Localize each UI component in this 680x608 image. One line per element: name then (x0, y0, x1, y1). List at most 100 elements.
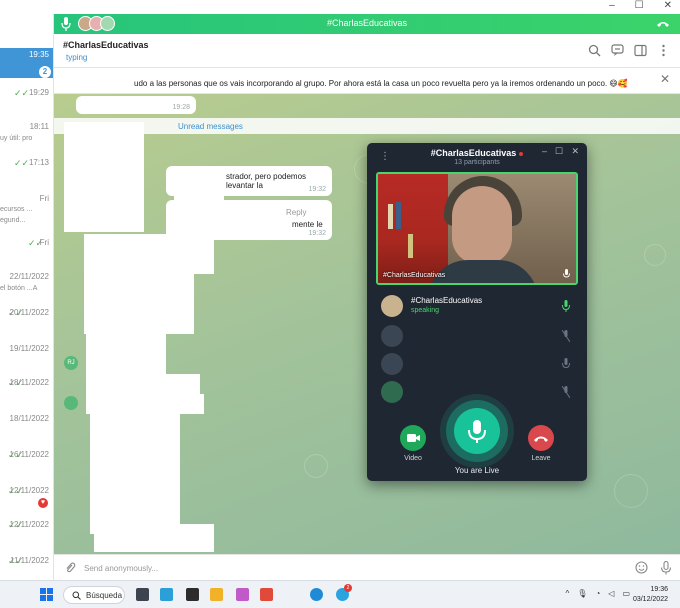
edge-browser-icon[interactable] (310, 588, 323, 601)
app-icon[interactable] (236, 588, 249, 601)
pinned-message-text: udo a las personas que os vais incorpora… (134, 79, 628, 88)
emoji-icon[interactable] (635, 561, 648, 574)
live-status: You are Live (454, 466, 500, 475)
attach-icon[interactable] (64, 562, 76, 574)
chat-time: 19/11/2022 (9, 344, 49, 353)
chat-list-item-active[interactable]: 19:35 2 (0, 48, 53, 78)
video-tile[interactable]: #CharlasEducativas (376, 172, 578, 285)
desktop: { "window": { "controls": ["–", "☐", "✕"… (0, 0, 680, 608)
participant-row[interactable] (376, 351, 578, 377)
rendering-artifact (64, 122, 144, 232)
chat-list: 19:35 2 ✓✓ 19:29 18:11 uy útil: pro ✓✓ 1… (0, 14, 54, 580)
clock-date: 03/12/2022 (632, 596, 668, 603)
battery-icon[interactable]: ▭ (622, 589, 630, 598)
volume-icon[interactable]: ◁ (608, 589, 614, 598)
chat-time: 19:29 (28, 88, 49, 97)
app-icon[interactable] (186, 588, 199, 601)
close-icon[interactable]: ✕ (571, 146, 579, 157)
video-background (388, 204, 393, 229)
photos-app-icon[interactable] (160, 588, 173, 601)
chat-list-item[interactable]: ✓✓ 11/11/2022 (0, 554, 53, 570)
chat-time: 19:35 (28, 50, 49, 59)
rendering-artifact (84, 234, 214, 274)
chat-list-item[interactable]: ✓✓ 20/11/2022 (0, 306, 53, 322)
video-background (396, 202, 401, 229)
file-explorer-icon[interactable] (210, 588, 223, 601)
chat-list-item[interactable]: ✓✓ 19:29 (0, 86, 53, 102)
message-input[interactable]: Send anonymously... (84, 564, 158, 573)
background-pattern (644, 244, 666, 266)
search-icon[interactable] (588, 44, 601, 57)
rendering-artifact (90, 414, 180, 534)
participant-status: speaking (411, 307, 440, 314)
leave-button[interactable] (528, 425, 554, 451)
hang-up-icon[interactable] (656, 19, 670, 29)
pinned-message-bar[interactable]: udo a las personas que os vais incorpora… (54, 68, 680, 94)
microphone-icon (468, 420, 486, 443)
participant-row[interactable] (376, 323, 578, 349)
sidebar-toggle-icon[interactable] (634, 44, 647, 57)
hang-up-icon (534, 436, 548, 442)
chat-preview: ecursos ... (0, 206, 33, 213)
message-input-bar: Send anonymously... (54, 554, 680, 580)
active-call-bar[interactable]: #CharlasEducativas (54, 14, 680, 34)
chat-header[interactable]: #CharlasEducativas typing (54, 34, 680, 68)
microphone-muted-icon (562, 386, 570, 398)
windows-start-icon[interactable] (40, 588, 53, 601)
app-icon[interactable] (260, 588, 273, 601)
avatar (381, 295, 403, 317)
taskbar-search-label: Búsqueda (86, 591, 123, 600)
avatar (381, 381, 403, 403)
chat-list-item[interactable]: 18/11/2022 (0, 412, 53, 428)
message-time: 19:32 (308, 230, 326, 237)
chat-list-item[interactable]: ✓✓ 16/11/2022 (0, 448, 53, 464)
chat-time: Fri (39, 238, 49, 247)
taskbar-clock[interactable]: 19:36 03/12/2022 (633, 585, 668, 605)
maximize-icon[interactable]: ☐ (555, 146, 563, 157)
chat-list-item[interactable]: 18:11 uy útil: pro (0, 120, 53, 146)
message-bubble[interactable]: 19:28 (76, 96, 196, 114)
chat-list-item[interactable]: Fri ecursos ... egund... (0, 192, 53, 230)
chat-list-item[interactable]: ✓✓ 12/11/2022 ♥ (0, 484, 53, 510)
avatar (381, 325, 403, 347)
chat-list-item[interactable]: ✓✓ Fri (0, 236, 53, 252)
voice-message-icon[interactable] (660, 561, 672, 575)
avatar[interactable] (64, 396, 78, 410)
video-button-label: Video (404, 455, 422, 462)
message-text: mente le (292, 220, 323, 229)
minimize-button[interactable]: – (609, 0, 615, 11)
call-title: #CharlasEducativas (326, 18, 408, 28)
microphone-icon[interactable]: 🎙 (577, 589, 587, 598)
taskbar-search[interactable]: Búsqueda (63, 586, 125, 604)
taskbar: Búsqueda 2 ^ 🎙 ◔ ◁ ▭ 19:36 03/12/2022 (0, 580, 680, 608)
participants-count: 13 participants (454, 159, 500, 166)
microphone-button[interactable] (454, 408, 500, 454)
microphone-muted-icon (562, 330, 570, 342)
chat-list-item[interactable]: ✓✓ 17:13 (0, 156, 53, 172)
close-icon[interactable]: ✕ (660, 72, 670, 86)
chat-list-item[interactable]: ✓✓ 18/11/2022 (0, 376, 53, 392)
participant-row[interactable] (376, 379, 578, 405)
video-button[interactable] (400, 425, 426, 451)
rendering-artifact (94, 524, 214, 552)
chat-list-item[interactable]: ✓✓ 12/11/2022 (0, 518, 53, 534)
maximize-button[interactable]: ☐ (635, 0, 644, 11)
close-button[interactable]: ✕ (664, 0, 672, 11)
search-icon (72, 591, 81, 600)
wifi-icon[interactable]: ◔ (595, 589, 600, 598)
window-controls: – ☐ ✕ (609, 0, 672, 11)
chat-list-item[interactable]: 22/11/2022 el botón ...A (0, 270, 53, 298)
task-view-icon[interactable] (136, 588, 149, 601)
avatar[interactable]: RJ (64, 356, 78, 370)
camera-icon (407, 434, 420, 442)
minimize-icon[interactable]: – (542, 146, 547, 156)
chat-time: 18:11 (29, 122, 49, 131)
participant-row[interactable]: #CharlasEducativas speaking (376, 293, 578, 319)
more-menu-icon[interactable] (657, 44, 670, 57)
chat-time: 17:13 (28, 158, 49, 167)
chat-list-item[interactable]: 19/11/2022 (0, 342, 53, 358)
chevron-up-icon[interactable]: ^ (566, 589, 570, 598)
voice-chat-icon[interactable] (611, 44, 624, 57)
avatar (381, 353, 403, 375)
reply-button[interactable]: Reply (286, 208, 306, 217)
